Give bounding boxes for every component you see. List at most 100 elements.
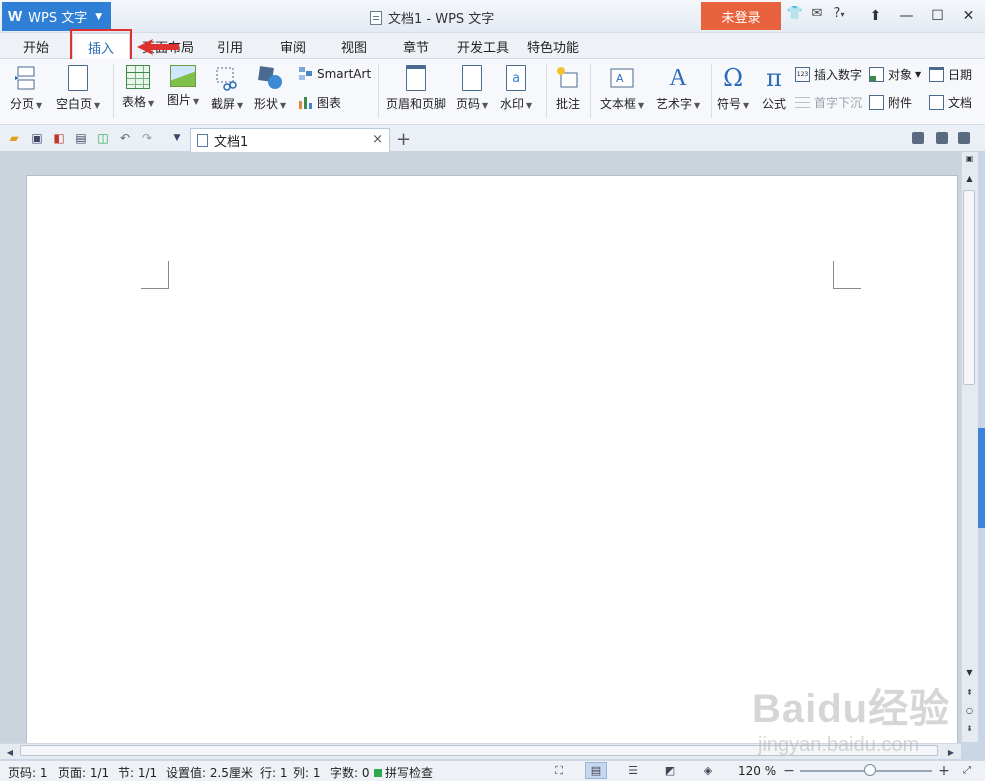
new-tab-button[interactable]: + xyxy=(396,129,411,150)
page-number-label: 页码 xyxy=(456,97,481,111)
history-icon[interactable] xyxy=(936,132,948,144)
screenshot-label: 截屏 xyxy=(211,97,236,111)
minimize-icon[interactable]: — xyxy=(891,3,922,29)
open-folder-icon[interactable]: ▰ xyxy=(6,130,22,146)
document-icon xyxy=(370,10,382,25)
ruler-toggle-icon[interactable]: ▣ xyxy=(964,154,975,163)
print-preview-icon[interactable]: ◫ xyxy=(95,130,111,146)
chart-button[interactable]: 图表 xyxy=(298,94,341,111)
zoom-in-icon[interactable]: + xyxy=(933,762,955,779)
scroll-down-icon[interactable]: ▼ xyxy=(964,668,975,677)
vertical-scroll-thumb[interactable] xyxy=(963,190,975,385)
web-view-icon[interactable]: ◩ xyxy=(659,762,681,779)
zoom-out-icon[interactable]: − xyxy=(778,762,800,779)
skin-icon[interactable] xyxy=(912,132,924,144)
full-screen-view-icon[interactable]: ⛶ xyxy=(548,762,570,779)
wordart-icon: A xyxy=(669,64,687,91)
document-label: 文档 xyxy=(948,96,973,110)
textbox-button[interactable]: A 文本框 ▼ xyxy=(600,59,644,112)
shape-button[interactable]: 形状 ▼ xyxy=(254,59,286,112)
attachment-button[interactable]: 附件 xyxy=(869,94,912,111)
textbox-label: 文本框 xyxy=(600,97,637,111)
scroll-left-icon[interactable]: ◀ xyxy=(2,744,18,760)
tab-developer[interactable]: 开发工具 xyxy=(457,33,509,59)
page-view-icon[interactable]: ▤ xyxy=(585,762,607,779)
watermark-brand: Baidu经验 xyxy=(752,687,951,731)
status-page-number[interactable]: 页码: 1 xyxy=(8,764,48,781)
drop-cap-icon xyxy=(795,95,810,110)
share-icon[interactable]: ⬆ xyxy=(860,3,891,29)
page-break-icon xyxy=(13,65,39,91)
zoom-slider-handle[interactable] xyxy=(864,764,876,776)
app-menu-button[interactable]: W WPS 文字 ▼ xyxy=(2,2,111,31)
tab-view[interactable]: 视图 xyxy=(341,33,367,59)
export-pdf-icon[interactable]: ◧ xyxy=(51,130,67,146)
close-icon[interactable]: ✕ xyxy=(953,3,984,29)
symbol-button[interactable]: Ω 符号 ▼ xyxy=(717,59,749,112)
window-title: 文档1 - WPS 文字 xyxy=(370,8,494,27)
redo-icon[interactable]: ↷ xyxy=(139,130,155,146)
tab-home[interactable]: 开始 xyxy=(23,33,49,59)
status-section: 节: 1/1 xyxy=(118,766,158,780)
outline-view-icon[interactable]: ☰ xyxy=(622,762,644,779)
date-button[interactable]: 日期 xyxy=(929,66,972,83)
spell-check-button[interactable]: 拼写检查 xyxy=(374,764,433,781)
date-label: 日期 xyxy=(948,68,973,82)
formula-button[interactable]: π 公式 xyxy=(761,59,787,112)
tab-section[interactable]: 章节 xyxy=(403,33,429,59)
shirt-icon[interactable]: 👕 xyxy=(784,6,806,21)
undo-icon[interactable]: ↶ xyxy=(117,130,133,146)
document-button[interactable]: 文档 xyxy=(929,94,972,111)
status-pages: 页面: 1/1 xyxy=(58,766,110,780)
shape-icon xyxy=(257,65,283,91)
prev-page-icon[interactable]: ⇞ xyxy=(964,688,975,697)
picture-button[interactable]: 图片 ▼ xyxy=(167,59,199,108)
smartart-icon xyxy=(298,66,313,81)
wordart-button[interactable]: A 艺术字 ▼ xyxy=(656,59,700,112)
header-footer-button[interactable]: 页眉和页脚 xyxy=(386,59,446,112)
fit-page-icon[interactable]: ⤢ xyxy=(956,762,978,779)
calendar-icon xyxy=(929,67,944,82)
document-tab[interactable]: 文档1 × xyxy=(190,128,390,152)
tab-special-features[interactable]: 特色功能 xyxy=(527,33,579,59)
screenshot-button[interactable]: 截屏 ▼ xyxy=(211,59,243,112)
tab-review[interactable]: 审阅 xyxy=(280,33,306,59)
chat-icon[interactable]: ✉ xyxy=(806,6,828,21)
status-word-count[interactable]: 字数: 0 xyxy=(330,764,370,781)
login-button[interactable]: 未登录 xyxy=(701,2,781,30)
smartart-button[interactable]: SmartArt xyxy=(298,66,371,81)
quick-access-dropdown-icon[interactable]: ▼ xyxy=(169,130,185,146)
select-browse-object-icon[interactable]: ○ xyxy=(964,706,975,715)
app-name: WPS 文字 xyxy=(28,11,88,26)
page-break-button[interactable]: 分页 ▼ xyxy=(10,59,42,112)
collapse-ribbon-icon[interactable] xyxy=(958,132,970,144)
omega-icon: Ω xyxy=(723,64,744,92)
drop-cap-label: 首字下沉 xyxy=(814,96,863,110)
blank-page-icon xyxy=(68,65,89,91)
help-icon[interactable]: ?▾ xyxy=(828,6,850,21)
status-row: 行: 1 xyxy=(260,766,288,780)
zoom-level[interactable]: 120 % xyxy=(738,764,776,778)
maximize-icon[interactable]: ☐ xyxy=(922,3,953,29)
save-icon[interactable]: ▣ xyxy=(29,130,45,146)
ribbon-separator xyxy=(546,64,547,118)
object-button[interactable]: 对象 ▼ xyxy=(869,66,921,83)
help-label: ? xyxy=(833,6,841,21)
side-panel-toggle[interactable] xyxy=(978,428,985,528)
print-icon[interactable]: ▤ xyxy=(73,130,89,146)
page-number-button[interactable]: 页码 ▼ xyxy=(456,59,488,112)
scroll-up-icon[interactable]: ▲ xyxy=(964,174,975,183)
blank-page-button[interactable]: 空白页 ▼ xyxy=(56,59,100,112)
close-tab-icon[interactable]: × xyxy=(372,132,383,147)
formula-label: 公式 xyxy=(761,97,786,111)
watermark-button[interactable]: a 水印 ▼ xyxy=(500,59,532,112)
insert-number-button[interactable]: 123 插入数字 xyxy=(795,66,862,83)
next-page-icon[interactable]: ⇟ xyxy=(964,724,975,733)
drop-cap-button[interactable]: 首字下沉 xyxy=(795,94,862,111)
status-setting: 设置值: 2.5厘米 xyxy=(166,766,253,780)
eye-protection-icon[interactable]: ◈ xyxy=(697,762,719,779)
table-button[interactable]: 表格 ▼ xyxy=(122,59,154,110)
ribbon-separator xyxy=(113,64,114,118)
tab-references[interactable]: 引用 xyxy=(217,33,243,59)
comment-button[interactable]: 批注 xyxy=(555,59,581,112)
